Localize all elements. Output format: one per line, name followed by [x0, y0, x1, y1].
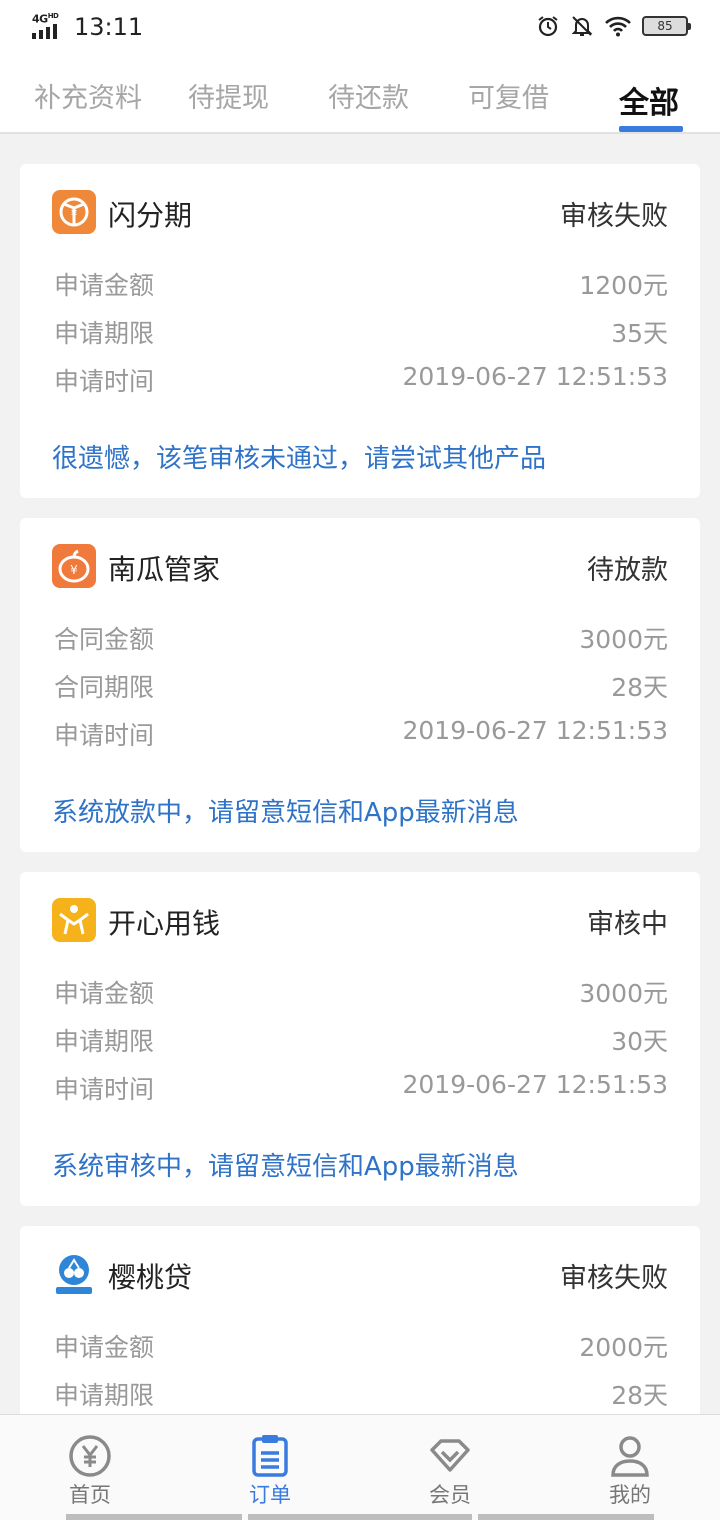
row-label: 合同金额 — [54, 625, 155, 654]
active-tab-indicator — [619, 126, 683, 132]
status-badge: 待放款 — [587, 555, 668, 586]
row-value: 3000元 — [579, 979, 668, 1008]
app-name: 开心用钱 — [108, 907, 221, 940]
row-value: 28天 — [611, 1381, 668, 1410]
app-name: 南瓜管家 — [108, 553, 221, 586]
order-note: 系统审核中，请留意短信和App最新消息 — [52, 1152, 519, 1182]
mute-bell-icon — [571, 16, 593, 36]
row-value: 28天 — [611, 673, 668, 702]
detail-row: 申请金额 3000元 — [54, 974, 668, 1014]
alarm-icon — [538, 16, 558, 37]
nav-label: 我的 — [609, 1483, 651, 1507]
tab-pending-repay[interactable]: 待还款 — [328, 76, 409, 115]
tab-reborrow[interactable]: 可复借 — [468, 76, 549, 115]
battery-indicator: 85 — [642, 16, 691, 36]
wifi-icon — [605, 16, 631, 37]
row-value: 1200元 — [579, 271, 668, 300]
row-value: 30天 — [611, 1027, 668, 1056]
bottom-nav: 首页 订单 会员 我的 — [0, 1414, 720, 1520]
row-label: 申请金额 — [54, 1333, 155, 1362]
gesture-bar — [66, 1514, 242, 1520]
nav-label: 订单 — [249, 1483, 291, 1507]
row-label: 申请时间 — [54, 721, 155, 750]
nav-label: 首页 — [69, 1483, 111, 1507]
cherry-logo — [52, 1252, 96, 1296]
detail-row: 申请金额 1200元 — [54, 266, 668, 306]
order-card[interactable]: 开心用钱 审核中 申请金额 3000元 申请期限 30天 申请时间 2019-0… — [20, 872, 700, 1206]
shanfenqi-logo: ¥ — [52, 190, 96, 234]
tab-pending-withdraw[interactable]: 待提现 — [188, 76, 269, 115]
svg-text:¥: ¥ — [71, 209, 77, 220]
detail-row: 申请期限 35天 — [54, 314, 668, 354]
signal-icon — [32, 24, 57, 39]
tab-supplement-info[interactable]: 补充资料 — [34, 76, 142, 115]
detail-row: 申请期限 28天 — [54, 1376, 668, 1416]
nav-label: 会员 — [429, 1483, 471, 1507]
nav-home[interactable]: 首页 — [0, 1415, 180, 1520]
status-badge: 审核中 — [587, 909, 668, 940]
row-label: 申请金额 — [54, 979, 155, 1008]
row-label: 申请金额 — [54, 271, 155, 300]
row-label: 申请时间 — [54, 367, 155, 396]
detail-row: 申请金额 2000元 — [54, 1328, 668, 1368]
clipboard-icon — [252, 1435, 288, 1477]
status-bar: 4GHD 13:11 85 — [0, 0, 720, 56]
row-value: 2019-06-27 12:51:53 — [402, 362, 668, 391]
gesture-bar — [478, 1514, 654, 1520]
nav-member[interactable]: 会员 — [360, 1415, 540, 1520]
detail-row: 申请时间 2019-06-27 12:51:53 — [54, 716, 668, 756]
detail-row: 合同期限 28天 — [54, 668, 668, 708]
yen-circle-icon — [69, 1435, 111, 1477]
row-value: 2000元 — [579, 1333, 668, 1362]
app-name: 闪分期 — [108, 199, 193, 232]
order-tabs: 补充资料 待提现 待还款 可复借 全部 — [0, 56, 720, 134]
row-label: 申请期限 — [54, 1381, 155, 1410]
row-value: 3000元 — [579, 625, 668, 654]
app-name: 樱桃贷 — [108, 1261, 193, 1294]
clock-time: 13:11 — [74, 13, 144, 41]
nav-profile[interactable]: 我的 — [540, 1415, 720, 1520]
pumpkin-logo: ¥ — [52, 544, 96, 588]
order-note: 系统放款中，请留意短信和App最新消息 — [52, 798, 519, 828]
status-badge: 审核失败 — [560, 1263, 668, 1294]
order-card[interactable]: ¥ 闪分期 审核失败 申请金额 1200元 申请期限 35天 申请时间 2019… — [20, 164, 700, 498]
status-badge: 审核失败 — [560, 201, 668, 232]
detail-row: 申请时间 2019-06-27 12:51:53 — [54, 1070, 668, 1110]
row-label: 申请期限 — [54, 1027, 155, 1056]
order-card[interactable]: ¥ 南瓜管家 待放款 合同金额 3000元 合同期限 28天 申请时间 2019… — [20, 518, 700, 852]
user-icon — [611, 1436, 649, 1477]
happy-people-logo — [52, 898, 96, 942]
row-value: 35天 — [611, 319, 668, 348]
row-label: 合同期限 — [54, 673, 155, 702]
row-value: 2019-06-27 12:51:53 — [402, 716, 668, 745]
diamond-icon — [430, 1439, 470, 1472]
row-label: 申请期限 — [54, 319, 155, 348]
tab-all[interactable]: 全部 — [619, 78, 679, 122]
order-note: 很遗憾，该笔审核未通过，请尝试其他产品 — [52, 444, 547, 474]
row-label: 申请时间 — [54, 1075, 155, 1104]
svg-text:¥: ¥ — [70, 563, 78, 577]
detail-row: 申请时间 2019-06-27 12:51:53 — [54, 362, 668, 402]
detail-row: 合同金额 3000元 — [54, 620, 668, 660]
detail-row: 申请期限 30天 — [54, 1022, 668, 1062]
gesture-bar — [248, 1514, 472, 1520]
nav-orders[interactable]: 订单 — [180, 1415, 360, 1520]
row-value: 2019-06-27 12:51:53 — [402, 1070, 668, 1099]
